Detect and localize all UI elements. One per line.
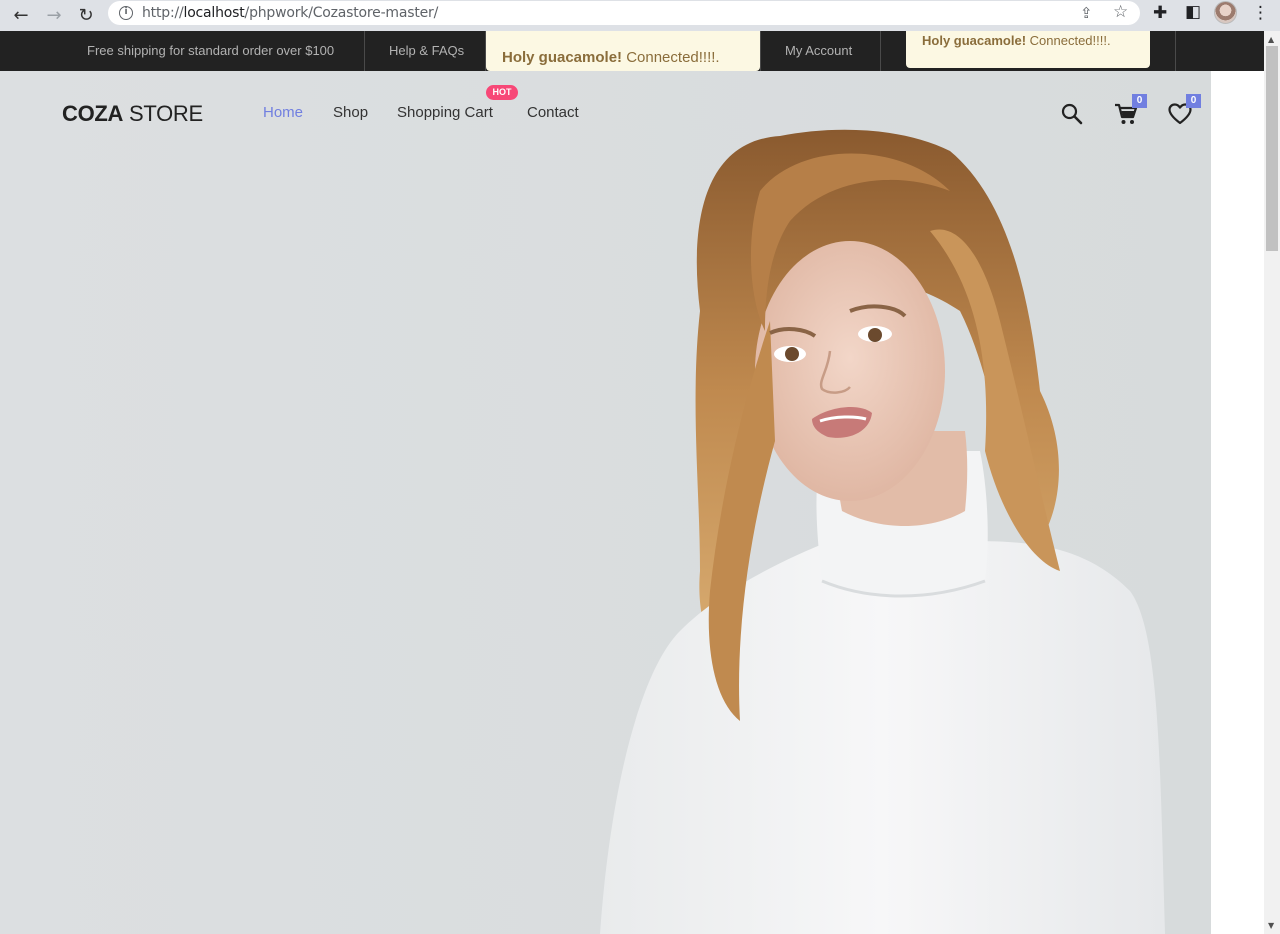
back-icon[interactable]: ← (10, 4, 32, 26)
nav-shop[interactable]: Shop (333, 104, 368, 121)
scroll-down-arrow-icon[interactable]: ▼ (1268, 921, 1274, 930)
free-shipping-text: Free shipping for standard order over $1… (87, 43, 335, 58)
forward-icon[interactable]: → (43, 4, 65, 26)
topbar-divider (364, 31, 365, 71)
hot-badge: HOT (486, 85, 518, 100)
bookmark-star-icon[interactable]: ☆ (1113, 2, 1128, 22)
nav-shopping-cart[interactable]: Shopping Cart (397, 104, 493, 121)
address-bar[interactable]: i http://localhost/phpwork/Cozastore-mas… (108, 1, 1140, 25)
connected-alert: Holy guacamole! Connected!!!!. (906, 31, 1150, 68)
my-account-link[interactable]: My Account (785, 43, 852, 58)
profile-avatar[interactable] (1214, 1, 1237, 24)
share-icon[interactable]: ⇪ (1080, 4, 1093, 22)
scroll-up-arrow-icon[interactable]: ▲ (1268, 35, 1274, 44)
browser-toolbar: ← → ↻ i http://localhost/phpwork/Cozasto… (0, 0, 1280, 31)
hero-slide (0, 71, 1211, 934)
wishlist-count-badge: 0 (1186, 94, 1201, 108)
search-icon[interactable] (1061, 103, 1083, 125)
menu-kebab-icon[interactable]: ⋮ (1252, 3, 1269, 23)
url-text[interactable]: http://localhost/phpwork/Cozastore-maste… (142, 5, 438, 21)
nav-contact[interactable]: Contact (527, 104, 579, 121)
side-panel-icon[interactable]: ◧ (1185, 2, 1201, 22)
site-logo[interactable]: COZA STORE (62, 101, 203, 127)
reload-icon[interactable]: ↻ (75, 4, 97, 26)
connected-alert: Holy guacamole! Connected!!!!. (486, 31, 760, 71)
extensions-icon[interactable]: ✚ (1153, 3, 1167, 23)
cart-count-badge: 0 (1132, 94, 1147, 108)
topbar-divider (1175, 31, 1176, 71)
hero-model-image (600, 129, 1165, 934)
topbar-divider (760, 31, 761, 71)
scrollbar-thumb[interactable] (1266, 46, 1278, 251)
topbar-divider (880, 31, 881, 71)
nav-home[interactable]: Home (263, 104, 303, 121)
info-icon[interactable]: i (119, 6, 133, 20)
help-faqs-link[interactable]: Help & FAQs (389, 43, 464, 58)
